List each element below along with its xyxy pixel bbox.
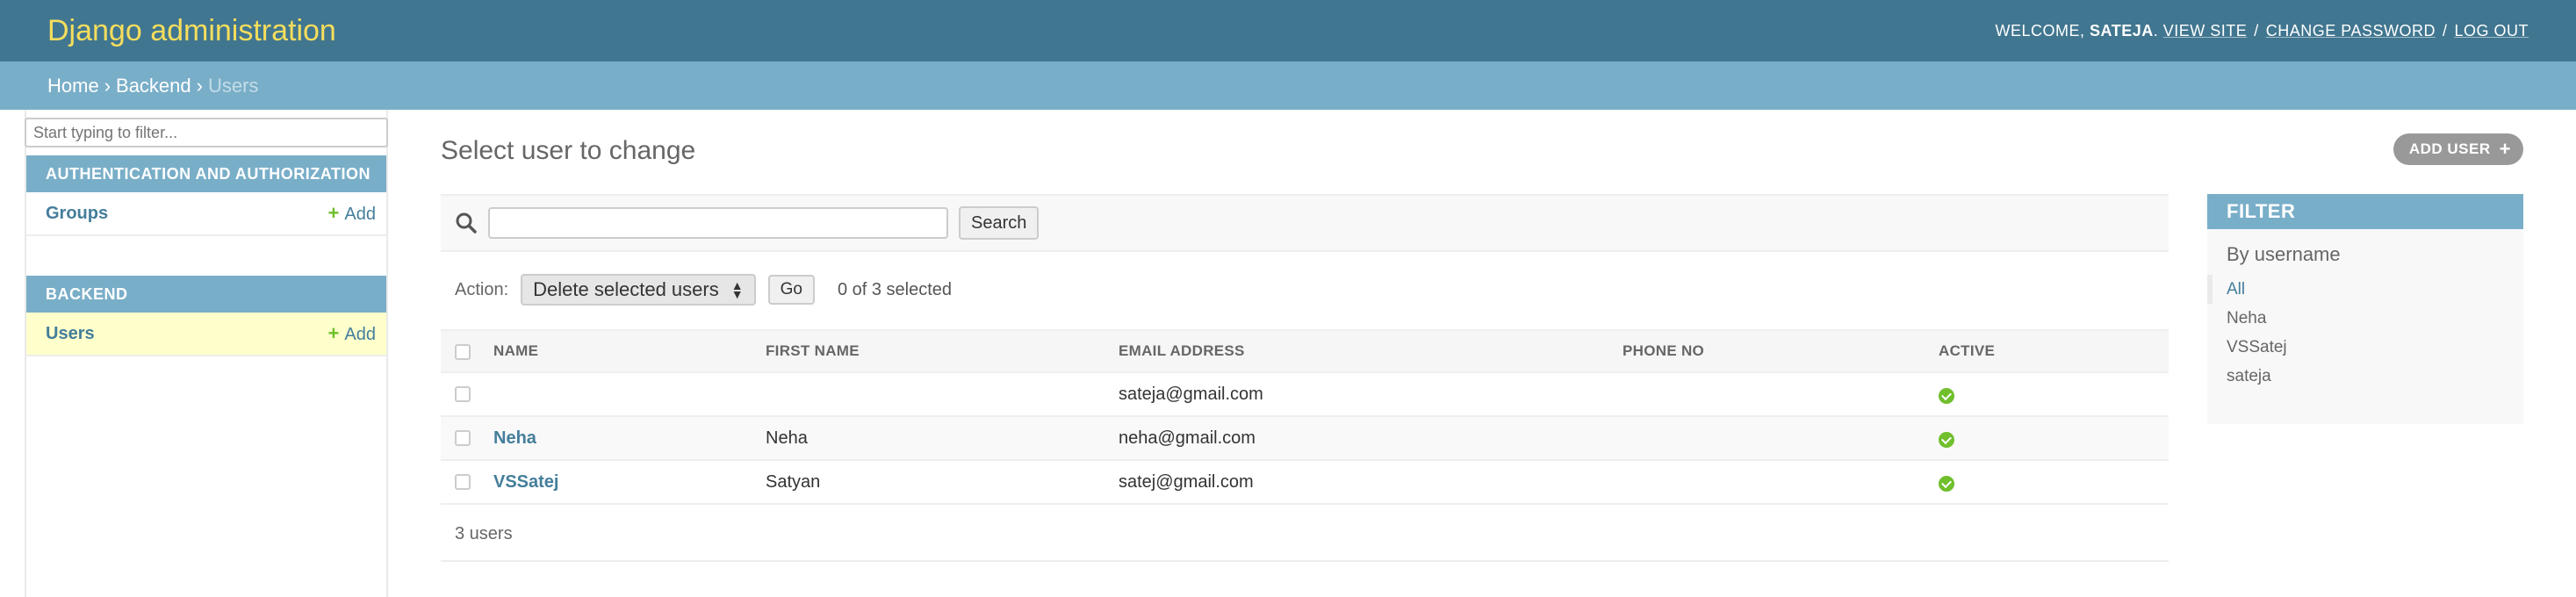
add-user-button[interactable]: ADD USER + [2393,133,2523,165]
table-row: sateja@gmail.com [441,372,2169,417]
select-arrows-icon: ▲ ▼ [730,278,744,301]
breadcrumb-app[interactable]: Backend [116,75,191,97]
add-user-label: ADD USER [2408,140,2491,157]
column-first-name[interactable]: FIRST NAME [762,329,1115,373]
email-cell: sateja@gmail.com [1115,372,1619,417]
search-toolbar: Search [441,194,2169,252]
search-icon [455,212,478,234]
user-name-link[interactable]: Neha [493,428,536,448]
filter-option-sateja[interactable]: sateja [2227,362,2523,391]
action-counter: 0 of 3 selected [837,279,953,299]
module-caption-backend[interactable]: BACKEND [26,276,386,313]
active-check-icon [1939,388,1954,404]
action-select[interactable]: Delete selected users ▲ ▼ [521,274,756,306]
row-checkbox[interactable] [455,386,471,403]
filter-option-neha[interactable]: Neha [2227,304,2523,333]
filter-title: FILTER [2207,194,2523,229]
view-site-link[interactable]: VIEW SITE [2163,22,2248,40]
sidebar-item-users[interactable]: Users + Add [26,313,386,356]
header: Django administration WELCOME, SATEJA. V… [0,0,2576,61]
filter-option-all[interactable]: All [2207,275,2523,304]
plus-icon: + [327,322,340,344]
active-check-icon [1939,432,1954,448]
actions-bar: Action: Delete selected users ▲ ▼ Go 0 of… [441,252,2169,327]
log-out-link[interactable]: LOG OUT [2454,22,2529,40]
nav-filter-input[interactable] [25,118,388,147]
column-active[interactable]: ACTIVE [1935,329,2169,373]
breadcrumb-separator: › [104,74,112,97]
result-table: NAME FIRST NAME EMAIL ADDRESS PHONE NO A… [441,329,2169,505]
phone-cell [1619,416,1935,461]
sidebar-item-groups[interactable]: Groups + Add [26,192,386,236]
column-email-address[interactable]: EMAIL ADDRESS [1115,329,1619,373]
module-auth: AUTHENTICATION AND AUTHORIZATION Groups … [26,155,386,236]
sidebar-item-label[interactable]: Groups [46,204,108,224]
action-selected-value: Delete selected users [533,278,719,300]
module-backend: BACKEND Users + Add [26,276,386,356]
first-name-cell: Neha [762,416,1115,461]
add-groups-link[interactable]: + Add [328,202,376,225]
search-input[interactable] [488,207,948,239]
table-row: VSSatej Satyan satej@gmail.com [441,460,2169,505]
table-header-row: NAME FIRST NAME EMAIL ADDRESS PHONE NO A… [441,329,2169,373]
select-all-checkbox[interactable] [455,343,471,360]
filter-options: All Neha VSSatej sateja [2207,275,2523,391]
first-name-cell [762,372,1115,417]
phone-cell [1619,372,1935,417]
column-name[interactable]: NAME [490,329,762,373]
go-button[interactable]: Go [767,275,815,305]
site-branding[interactable]: Django administration [47,14,336,48]
plus-icon: + [327,202,340,224]
table-row: Neha Neha neha@gmail.com [441,416,2169,461]
add-label: Add [344,325,376,344]
row-checkbox[interactable] [455,430,471,447]
user-name-link[interactable]: VSSatej [493,472,558,492]
changelist-filter: FILTER By username All Neha VSSatej sate… [2207,194,2523,424]
active-check-icon [1939,476,1954,492]
row-checkbox[interactable] [455,474,471,491]
select-all-header [441,329,490,373]
module-caption-auth[interactable]: AUTHENTICATION AND AUTHORIZATION [26,155,386,192]
breadcrumb-home[interactable]: Home [47,75,99,97]
breadcrumb-separator: › [196,74,203,97]
welcome-text: WELCOME, [1995,21,2085,40]
filter-option-vssatej[interactable]: VSSatej [2227,333,2523,362]
page-title: Select user to change [441,136,696,165]
user-tools: WELCOME, SATEJA. VIEW SITE / CHANGE PASSWO… [1995,21,2529,40]
breadcrumb: Home › Backend › Users [0,61,2576,110]
add-users-link[interactable]: + Add [328,322,376,345]
email-cell: neha@gmail.com [1115,416,1619,461]
phone-cell [1619,460,1935,505]
action-label: Action: [455,279,509,299]
paginator: 3 users [441,507,2169,562]
username: SATEJA [2090,21,2154,40]
breadcrumb-current: Users [207,74,259,97]
search-button[interactable]: Search [959,206,1040,240]
filter-subtitle: By username [2227,243,2341,265]
add-label: Add [344,205,376,224]
email-cell: satej@gmail.com [1115,460,1619,505]
plus-icon: + [2499,138,2511,160]
first-name-cell: Satyan [762,460,1115,505]
sidebar-item-label[interactable]: Users [46,324,95,344]
column-phone-no[interactable]: PHONE NO [1619,329,1935,373]
change-password-link[interactable]: CHANGE PASSWORD [2266,22,2436,40]
